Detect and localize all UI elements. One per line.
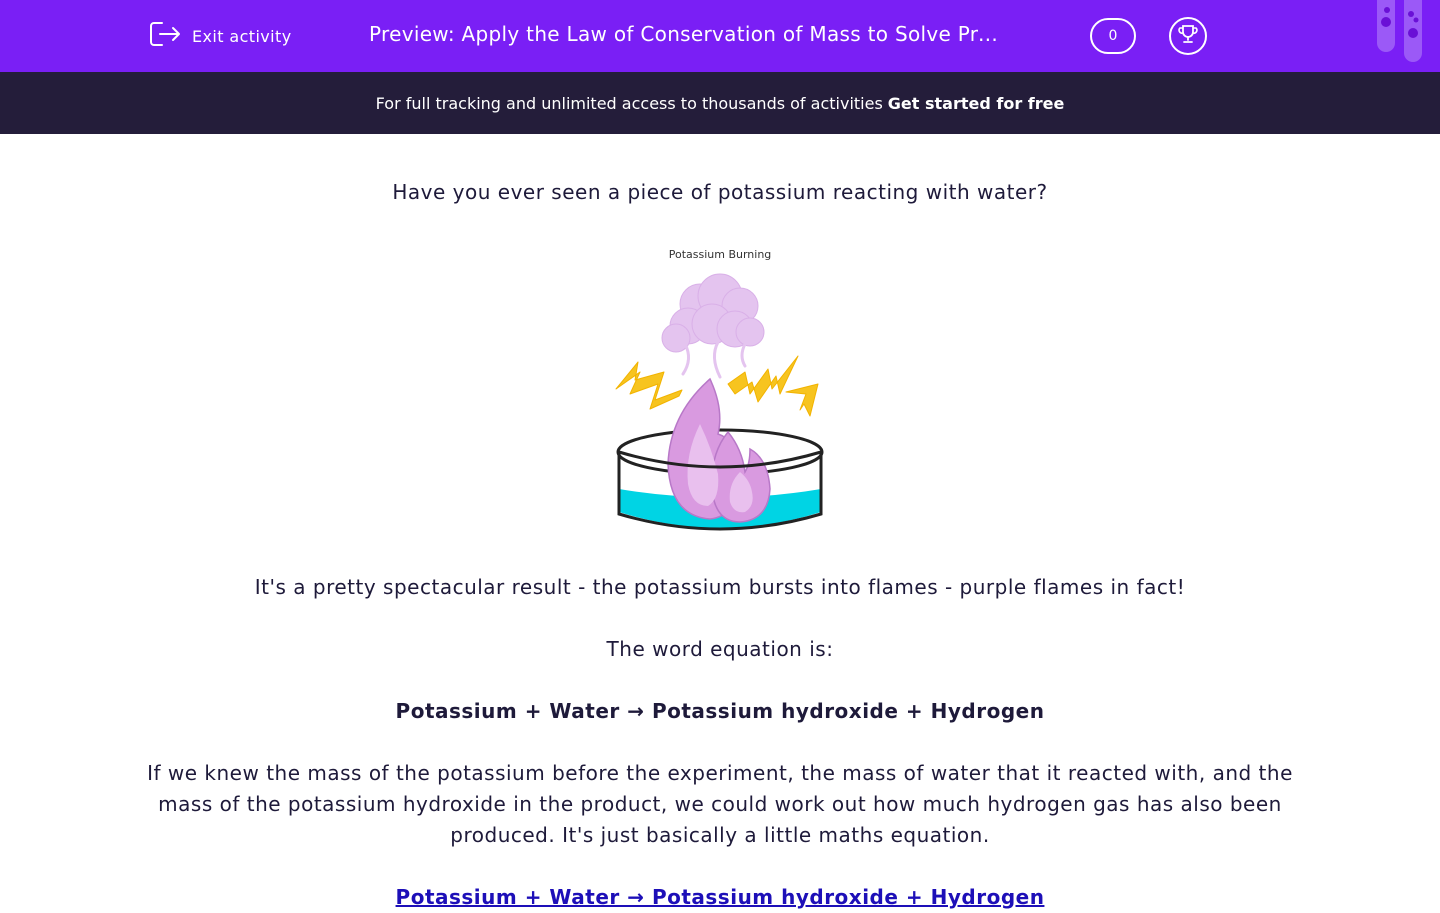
activity-title: Preview: Apply the Law of Conservation o… xyxy=(369,22,1009,46)
trophy-button[interactable] xyxy=(1169,17,1207,55)
equation-link-row: Potassium + Water → Potassium hydroxide … xyxy=(140,882,1300,913)
potassium-figure: Potassium Burning xyxy=(600,244,840,534)
word-equation-link[interactable]: Potassium + Water → Potassium hydroxide … xyxy=(396,885,1045,909)
signup-banner: For full tracking and unlimited access t… xyxy=(0,72,1440,134)
score-badge: 0 xyxy=(1090,18,1136,54)
lesson-content: Have you ever seen a piece of potassium … xyxy=(0,134,1440,909)
banner-text: For full tracking and unlimited access t… xyxy=(375,93,883,113)
get-started-link[interactable]: Get started for free xyxy=(888,94,1065,113)
test-tubes-icon xyxy=(1372,0,1432,68)
word-equation-intro: The word equation is: xyxy=(606,637,834,661)
exit-icon xyxy=(148,19,182,53)
word-equation: Potassium + Water → Potassium hydroxide … xyxy=(395,699,1045,723)
trophy-icon xyxy=(1177,23,1199,49)
top-bar: Exit activity Preview: Apply the Law of … xyxy=(0,0,1440,72)
result-paragraph: It's a pretty spectacular result - the p… xyxy=(254,575,1186,599)
exit-activity-label: Exit activity xyxy=(192,26,292,46)
potassium-burning-illustration xyxy=(615,273,824,531)
intro-question: Have you ever seen a piece of potassium … xyxy=(392,180,1048,204)
figure-caption: Potassium Burning xyxy=(668,248,772,261)
explanation-paragraph: If we knew the mass of the potassium bef… xyxy=(147,761,1293,847)
exit-activity-button[interactable]: Exit activity xyxy=(148,20,292,52)
